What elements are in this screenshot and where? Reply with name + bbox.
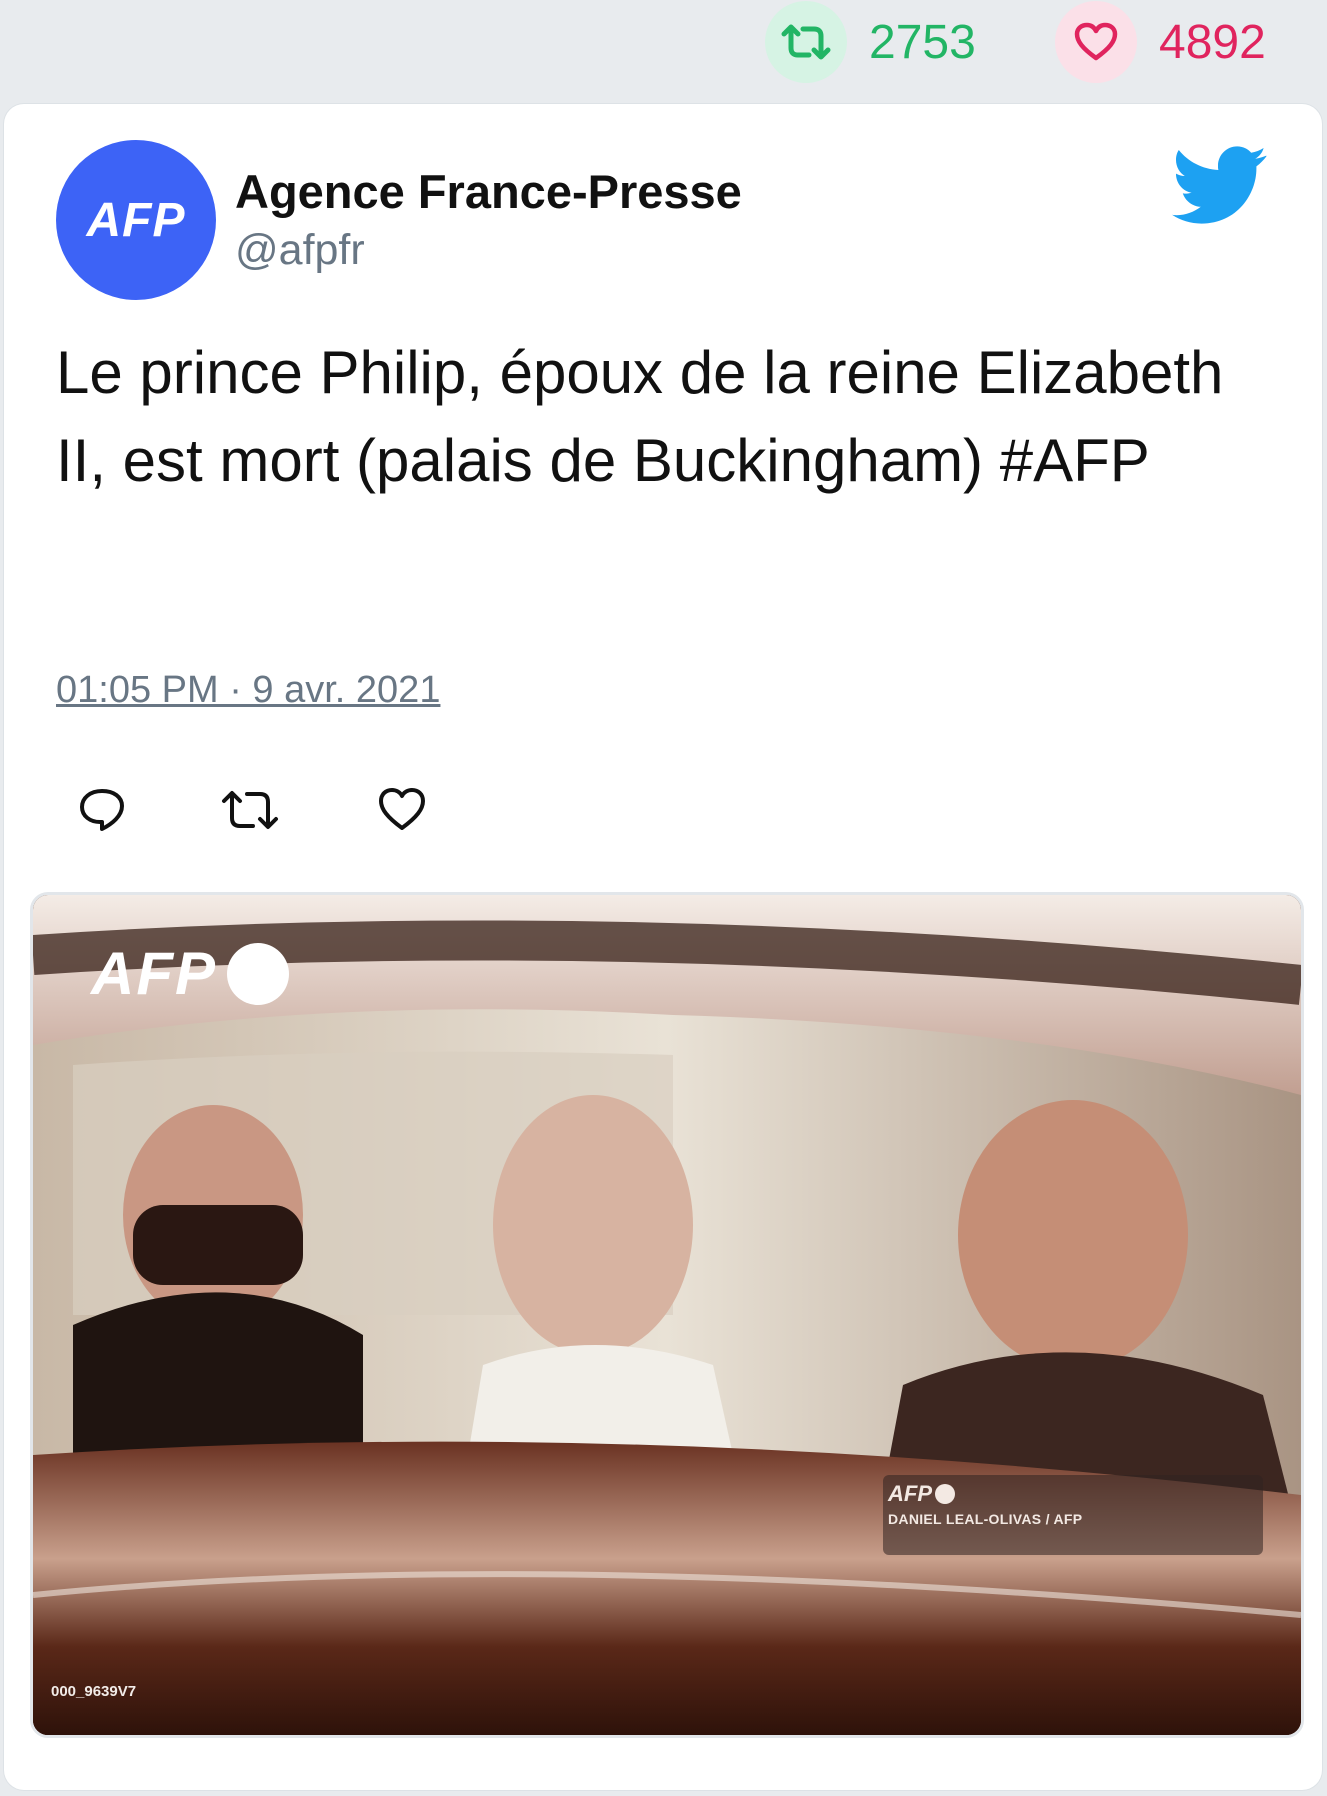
credit-logo-text: AFP <box>888 1481 932 1506</box>
photo-credit: AFP DANIEL LEAL-OLIVAS / AFP <box>888 1481 1082 1527</box>
tweet-text: Le prince Philip, époux de la reine Eliz… <box>56 339 1224 494</box>
retweet-count[interactable]: 2753 <box>765 0 976 84</box>
heart-icon <box>1055 1 1137 83</box>
reply-button[interactable] <box>76 784 128 841</box>
twitter-bird-icon[interactable] <box>1172 146 1268 231</box>
afp-watermark: AFP <box>91 939 289 1008</box>
retweet-action-icon <box>222 791 278 829</box>
retweet-count-value: 2753 <box>869 15 976 69</box>
author-name[interactable]: Agence France-Presse <box>235 164 742 219</box>
tweet-photo[interactable]: AFP AFP DANIEL LEAL-OLIVAS / AFP 000_963… <box>30 892 1304 1738</box>
credit-text: DANIEL LEAL-OLIVAS / AFP <box>888 1511 1083 1527</box>
afp-watermark-dot <box>227 942 289 1005</box>
author-handle[interactable]: @afpfr <box>235 226 365 275</box>
credit-logo-dot <box>935 1484 955 1504</box>
retweet-button[interactable] <box>219 784 281 841</box>
reply-icon <box>80 789 124 831</box>
like-button[interactable] <box>376 784 428 841</box>
avatar-logo-text: AFP <box>86 193 186 247</box>
tweet-card: AFP Agence France-Presse @afpfr Le princ… <box>4 104 1322 1790</box>
engagement-stats: 2753 4892 <box>0 0 1327 100</box>
like-count[interactable]: 4892 <box>1055 0 1266 84</box>
heart-outline-icon <box>379 788 425 830</box>
tweet-timestamp[interactable]: 01:05 PM · 9 avr. 2021 <box>56 669 440 712</box>
avatar[interactable]: AFP <box>56 140 216 300</box>
credit-logo: AFP <box>888 1481 1082 1507</box>
photo-code: 000_9639V7 <box>51 1683 137 1700</box>
afp-watermark-text: AFP <box>91 940 217 1007</box>
car-photo-illustration <box>33 895 1301 1735</box>
like-count-value: 4892 <box>1159 15 1266 69</box>
retweet-icon <box>765 1 847 83</box>
